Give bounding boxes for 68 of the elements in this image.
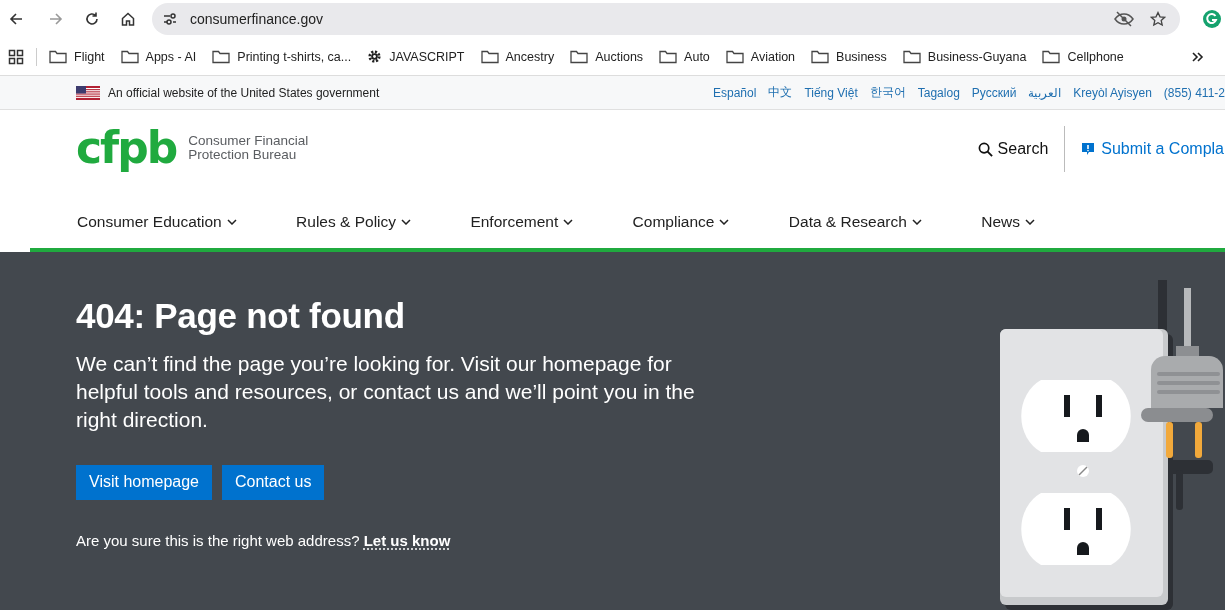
nav-menu-item[interactable]: Enforcement xyxy=(470,213,574,231)
chevron-down-icon xyxy=(401,219,412,225)
home-icon[interactable] xyxy=(120,11,136,27)
chevron-down-icon xyxy=(719,219,730,225)
language-link[interactable]: Tagalog xyxy=(917,85,960,100)
folder-icon xyxy=(902,49,921,64)
bookmark-item[interactable]: Business xyxy=(811,49,887,64)
language-link[interactable]: (855) 411-2 xyxy=(1163,85,1225,100)
nav-menu-item[interactable]: Rules & Policy xyxy=(296,213,412,231)
language-link[interactable]: 한국어 xyxy=(869,84,906,101)
official-website-notice: An official website of the United States government xyxy=(108,85,380,100)
language-link[interactable]: Kreyòl Ayisyen xyxy=(1073,85,1152,100)
eye-slash-icon[interactable] xyxy=(1114,11,1134,27)
folder-icon xyxy=(480,49,499,64)
language-link[interactable]: Tiếng Việt xyxy=(804,85,858,100)
folder-icon xyxy=(570,49,589,64)
gear-icon xyxy=(367,49,383,64)
bookmark-item[interactable]: Printing t-shirts, ca... xyxy=(212,49,352,64)
more-bookmarks-icon[interactable] xyxy=(1191,50,1205,63)
language-link[interactable]: Español xyxy=(713,85,757,100)
folder-icon xyxy=(725,49,744,64)
bookmark-item[interactable]: Business-Guyana xyxy=(902,49,1027,64)
folder-icon xyxy=(49,49,67,64)
folder-icon xyxy=(1042,49,1061,64)
bookmark-item[interactable]: Flight xyxy=(49,49,105,64)
error-message: We can’t find the page you’re looking for. Visit our homepage for helpful tools and resources, or contact us and we’ll point you in the right direction. xyxy=(76,351,696,433)
apps-grid-icon[interactable] xyxy=(8,48,24,65)
forward-icon[interactable] xyxy=(48,11,64,27)
page-title: 404: Page not found xyxy=(76,296,406,336)
nav-menu-item[interactable]: Compliance xyxy=(632,213,730,231)
search-link[interactable]: Search xyxy=(977,140,1049,158)
bookmark-item[interactable]: Auto xyxy=(659,49,710,64)
nav-menu-item[interactable]: News xyxy=(981,213,1035,231)
chevron-down-icon xyxy=(911,219,922,225)
nav-menu-item[interactable]: Consumer Education xyxy=(77,213,237,231)
language-link[interactable]: 中文 xyxy=(768,84,793,101)
bookmark-item[interactable]: Aviation xyxy=(725,49,796,64)
speech-bubble-icon xyxy=(1081,142,1096,156)
reload-icon[interactable] xyxy=(84,11,100,27)
chevron-down-icon xyxy=(563,219,574,225)
submit-complaint-link[interactable]: Submit a Compla xyxy=(1081,140,1224,158)
site-settings-icon[interactable] xyxy=(162,11,178,27)
folder-icon xyxy=(212,49,231,64)
us-flag-icon xyxy=(76,85,100,100)
chevron-down-icon xyxy=(1024,219,1035,225)
address-question: Are you sure this is the right web address? xyxy=(76,532,360,549)
nav-menu-item[interactable]: Data & Research xyxy=(788,213,922,231)
bookmark-item[interactable]: JAVASCRIPT xyxy=(367,49,465,64)
language-link[interactable]: العربية xyxy=(1028,85,1062,100)
action-button[interactable]: Contact us xyxy=(222,465,325,500)
address-bar[interactable]: consumerfinance.gov xyxy=(152,3,1180,35)
search-icon xyxy=(977,141,993,157)
logo-tagline: Protection Bureau xyxy=(188,148,298,163)
folder-icon xyxy=(811,49,830,64)
folder-icon xyxy=(120,49,139,64)
let-us-know-link[interactable]: Let us know xyxy=(363,532,451,549)
action-button[interactable]: Visit homepage xyxy=(76,465,212,500)
grammarly-extension-icon[interactable] xyxy=(1202,9,1222,29)
bookmark-item[interactable]: Cellphone xyxy=(1042,49,1124,64)
logo-tagline: Consumer Financial xyxy=(188,133,309,148)
bookmark-item[interactable]: Apps - AI xyxy=(120,49,197,64)
star-icon[interactable] xyxy=(1150,11,1166,27)
back-icon[interactable] xyxy=(8,11,24,27)
bookmark-item[interactable]: Ancestry xyxy=(480,49,555,64)
chevron-down-icon xyxy=(226,219,237,225)
language-link[interactable]: Русский xyxy=(971,85,1017,100)
folder-icon xyxy=(659,49,678,64)
bookmark-item[interactable]: Auctions xyxy=(570,49,644,64)
